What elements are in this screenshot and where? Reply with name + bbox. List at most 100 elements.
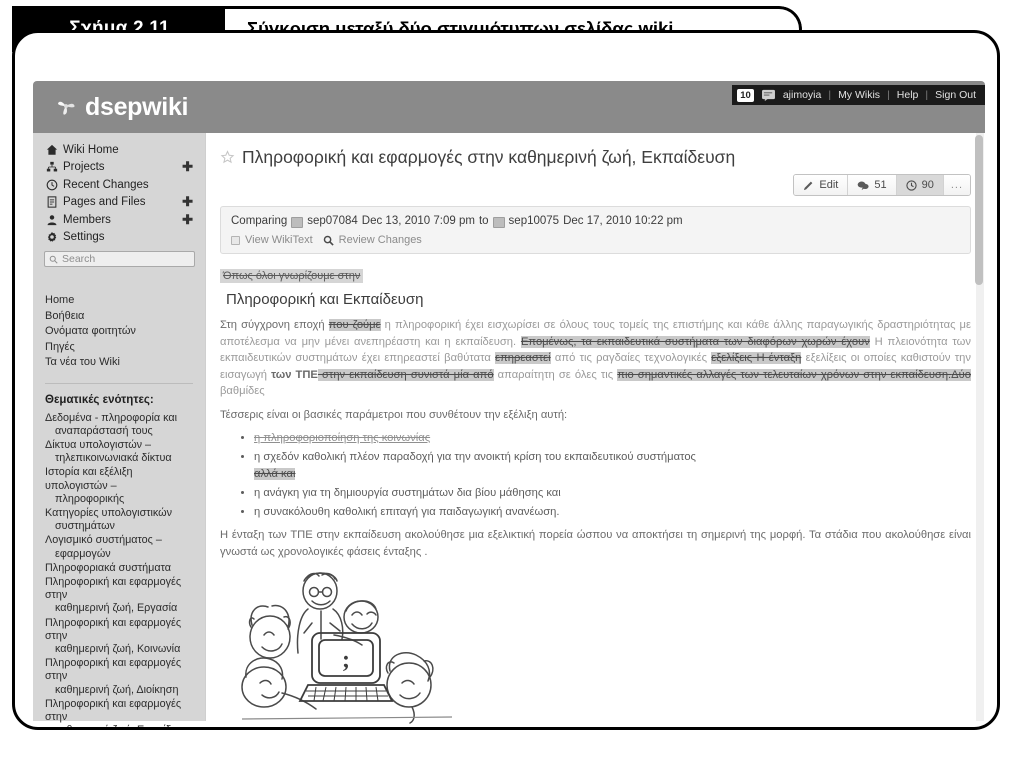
list-item: η πληροφοριοποίηση της κοινωνίας xyxy=(254,430,971,447)
comments-button[interactable]: 51 xyxy=(848,175,897,195)
removed-heading: Όπως όλοι γνωρίζουμε στην xyxy=(220,269,364,283)
compare-right-user[interactable]: sep10075 xyxy=(509,215,560,227)
page-action-bar: Edit 51 90 ... xyxy=(206,168,985,196)
star-icon[interactable] xyxy=(220,150,235,165)
help-link[interactable]: Help xyxy=(897,89,919,101)
bold-text: των ΤΠΕ xyxy=(271,368,318,381)
user-avatar-icon xyxy=(492,216,505,228)
list-item[interactable]: Πληροφορική και εφαρμογές στηνκαθημερινή… xyxy=(45,576,197,616)
diff-paragraph-1: Στη σύγχρονη εποχή που ζούμε η πληροφορι… xyxy=(220,317,971,400)
list-item[interactable]: Πληροφορική και εφαρμογές στηνκαθημερινή… xyxy=(45,617,197,657)
list-item: η ανάγκη για τη δημιουργία συστημάτων δι… xyxy=(254,485,971,502)
seg: από τις ραγδαίες τεχνολογικές xyxy=(550,352,712,364)
deleted-text: πιο σημαντικές αλλαγές των τελευταίων χρ… xyxy=(617,368,952,381)
list-item[interactable]: Λογισμικό συστήματος – εφαρμογών xyxy=(45,534,197,560)
deleted-text: στην εκπαίδευση συνιστά μία από xyxy=(317,368,494,381)
sidebar-link-help[interactable]: Βοήθεια xyxy=(45,309,199,325)
diff-paragraph-2: Τέσσερις είναι οι βασικές παράμετροι που… xyxy=(220,408,568,421)
review-changes-label[interactable]: Review Changes xyxy=(339,234,422,246)
list-item[interactable]: Πληροφορική και εφαρμογές στηνκαθημερινή… xyxy=(45,657,197,697)
screenshot-frame: dsepwiki 10 ajimoyia | My Wikis | Help |… xyxy=(12,30,1000,730)
cartoon-classroom-illustration: ; xyxy=(241,572,453,724)
history-button[interactable]: 90 xyxy=(896,175,944,195)
topic-line-1: Κατηγορίες υπολογιστικών xyxy=(45,506,173,519)
list-item[interactable]: Δεδομένα - πληροφορία και αναπαράστασή το… xyxy=(45,412,197,438)
bullet-text: η ανάγκη για τη δημιουργία συστημάτων δι… xyxy=(254,487,561,499)
search-placeholder: Search xyxy=(62,253,96,265)
sidebar-item-pages-and-files[interactable]: Pages and Files ✚ xyxy=(41,194,197,212)
deleted-text: επηρεαστεί xyxy=(495,352,551,364)
checkbox-icon[interactable] xyxy=(231,235,240,245)
history-count: 90 xyxy=(921,179,934,191)
edit-label: Edit xyxy=(819,179,839,191)
topic-line-2: καθημερινή ζωή, Κοινωνία xyxy=(55,642,181,655)
add-project-button[interactable]: ✚ xyxy=(182,159,197,175)
sidebar-item-wiki-home[interactable]: Wiki Home xyxy=(41,141,197,159)
main-content: Πληροφορική και εφαρμογές στην καθημεριν… xyxy=(205,133,985,724)
sidebar-link-sources[interactable]: Πηγές xyxy=(45,340,199,356)
list-item[interactable]: Δίκτυα υπολογιστών – τηλεπικοινωνιακά δίκ… xyxy=(45,439,197,465)
history-clock-icon xyxy=(905,179,917,191)
list-item[interactable]: Κατηγορίες υπολογιστικών συστημάτων xyxy=(45,507,197,533)
account-separator-2: | xyxy=(887,89,890,101)
topic-line-2: καθημερινή ζωή, Διοίκηση xyxy=(55,683,179,696)
topic-line-2: εφαρμογών xyxy=(55,547,111,560)
wiki-app: dsepwiki 10 ajimoyia | My Wikis | Help |… xyxy=(33,81,985,727)
diff-paragraph-3: Η ένταξη των ΤΠΕ στην εκπαίδευση ακολούθ… xyxy=(220,529,971,558)
compare-prefix: Comparing xyxy=(231,215,288,227)
compare-left-user[interactable]: sep07084 xyxy=(307,215,358,227)
sidebar-item-settings[interactable]: Settings xyxy=(41,229,197,247)
account-username[interactable]: ajimoyia xyxy=(783,89,822,101)
magnifier-icon xyxy=(323,235,334,246)
compare-left-date: Dec 13, 2010 7:09 pm xyxy=(361,215,475,227)
topic-line-2: τηλεπικοινωνιακά δίκτυα xyxy=(55,452,172,465)
sidebar-topics-heading: Θεματικές ενότητες: xyxy=(45,393,154,406)
view-wikitext-label[interactable]: View WikiText xyxy=(245,234,313,246)
search-input[interactable]: Search xyxy=(44,251,195,267)
message-icon[interactable] xyxy=(761,89,776,101)
brand-name: dsepwiki xyxy=(85,92,189,121)
page-header: Πληροφορική και εφαρμογές στην καθημεριν… xyxy=(206,133,985,168)
deleted-text: που ζούμε xyxy=(328,319,381,331)
list-item: η σχεδόν καθολική πλέον παραδοχή για την… xyxy=(254,449,971,483)
topic-line-1: Πληροφορική και εφαρμογές στην xyxy=(45,657,182,683)
projects-icon xyxy=(45,161,58,174)
sidebar: Wiki Home Projects ✚ Recent Changes Page… xyxy=(33,133,205,727)
pencil-icon xyxy=(804,181,813,190)
my-wikis-link[interactable]: My Wikis xyxy=(838,89,880,101)
sidebar-topic-list: Δεδομένα - πληροφορία και αναπαράστασή το… xyxy=(33,412,205,728)
add-member-button[interactable]: ✚ xyxy=(182,212,197,228)
sidebar-item-members[interactable]: Members ✚ xyxy=(41,211,197,229)
sidebar-label: Recent Changes xyxy=(63,178,149,191)
sidebar-link-wiki-news[interactable]: Τα νέα του Wiki xyxy=(45,355,199,371)
sign-out-link[interactable]: Sign Out xyxy=(935,89,976,101)
diff-figure: ; Εκπαίδευση βασισμένη στον υπολογιστή xyxy=(220,567,971,727)
edit-button[interactable]: Edit xyxy=(794,175,849,195)
sidebar-link-home[interactable]: Home xyxy=(45,293,199,309)
bullet-text: η πληροφοριοποίηση της κοινωνίας xyxy=(254,432,431,444)
topic-line-1: Πληροφοριακά συστήματα xyxy=(45,561,171,574)
seg: Στη σύγχρονη εποχή xyxy=(220,319,329,331)
diff-removed-heading-row: Όπως όλοι γνωρίζουμε στην xyxy=(220,266,971,284)
sidebar-link-student-names[interactable]: Ονόματα φοιτητών xyxy=(45,324,199,340)
scrollbar-track[interactable] xyxy=(975,133,984,721)
add-page-button[interactable]: ✚ xyxy=(182,194,197,210)
account-separator-1: | xyxy=(828,89,832,101)
sidebar-item-recent-changes[interactable]: Recent Changes xyxy=(41,176,197,194)
account-separator-3: | xyxy=(925,89,929,101)
list-item[interactable]: Πληροφορική και εφαρμογές στηνκαθημερινή… xyxy=(45,697,197,727)
sidebar-item-projects[interactable]: Projects ✚ xyxy=(41,159,197,177)
diff-bullet-list: η πληροφοριοποίηση της κοινωνίας η σχεδό… xyxy=(220,430,971,521)
deleted-text: Επομένως, τα εκπαιδευτικά συστήματα των … xyxy=(520,335,870,348)
topic-line-1: Πληροφορική και εφαρμογές στην xyxy=(45,575,182,602)
list-item[interactable]: Πληροφοριακά συστήματα xyxy=(45,562,197,575)
brand[interactable]: dsepwiki xyxy=(55,92,189,122)
list-item[interactable]: Ιστορία και εξέλιξη υπολογιστών – πληροφο… xyxy=(45,466,197,506)
compare-joiner: to xyxy=(478,215,489,227)
more-button[interactable]: ... xyxy=(943,175,970,195)
page-title: Πληροφορική και εφαρμογές στην καθημεριν… xyxy=(242,147,736,167)
notification-count[interactable]: 10 xyxy=(737,88,754,102)
scrollbar-thumb[interactable] xyxy=(975,135,983,285)
seg: βαθμίδες xyxy=(220,385,265,397)
topic-line-1: Πληροφορική και εφαρμογές στην xyxy=(45,697,182,723)
